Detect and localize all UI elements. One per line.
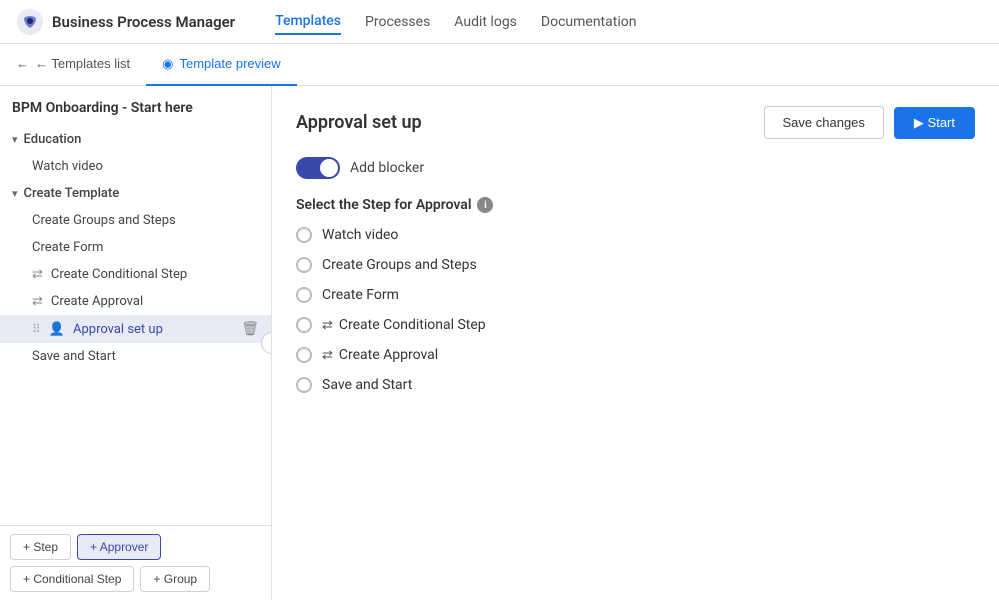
radio-label-save-and-start: Save and Start: [322, 377, 412, 393]
create-groups-steps-label: Create Groups and Steps: [32, 213, 176, 228]
add-approver-button[interactable]: + Approver: [77, 534, 161, 560]
radio-label-create-form: Create Form: [322, 287, 399, 303]
radio-circle-watch-video: [296, 227, 312, 243]
layout: BPM Onboarding - Start here ▾ Education …: [0, 86, 999, 600]
add-conditional-step-button[interactable]: + Conditional Step: [10, 566, 134, 592]
save-changes-button[interactable]: Save changes: [764, 106, 884, 139]
brand: Business Process Manager: [16, 8, 235, 36]
radio-circle-create-conditional-step: [296, 317, 312, 333]
tree-group-header-education[interactable]: ▾ Education: [0, 126, 271, 153]
main-content: Approval set up Save changes ▶ Start Add…: [272, 86, 999, 600]
radio-circle-create-groups-steps: [296, 257, 312, 273]
group-label-create-template: Create Template: [24, 186, 120, 201]
toggle-knob: [320, 159, 338, 177]
add-blocker-toggle[interactable]: [296, 157, 340, 179]
sidebar: BPM Onboarding - Start here ▾ Education …: [0, 86, 272, 600]
header-actions: Save changes ▶ Start: [764, 106, 975, 139]
chevron-down-icon-2: ▾: [12, 187, 18, 200]
create-conditional-step-label: Create Conditional Step: [51, 267, 187, 282]
start-button[interactable]: ▶ Start: [894, 107, 975, 139]
info-icon[interactable]: i: [477, 197, 493, 213]
nav-templates[interactable]: Templates: [275, 9, 341, 35]
tab-templates-list-label: ← Templates list: [35, 56, 130, 71]
drag-handle-icon: ⠿: [32, 322, 41, 336]
radio-item-create-form[interactable]: Create Form: [296, 287, 975, 303]
radio-item-create-groups-steps[interactable]: Create Groups and Steps: [296, 257, 975, 273]
sidebar-item-create-conditional-step[interactable]: ⇄ Create Conditional Step: [0, 261, 271, 288]
eye-icon: ◉: [162, 56, 173, 72]
radio-item-watch-video[interactable]: Watch video: [296, 227, 975, 243]
add-group-button[interactable]: + Group: [140, 566, 210, 592]
sidebar-item-create-approval[interactable]: ⇄ Create Approval: [0, 288, 271, 315]
nav-documentation[interactable]: Documentation: [541, 10, 637, 34]
sidebar-title: BPM Onboarding - Start here: [0, 86, 271, 126]
approval-set-up-label: Approval set up: [73, 322, 163, 337]
radio-text-create-approval: Create Approval: [339, 347, 438, 363]
sidebar-tree: ▾ Education Watch video ▾ Create Templat…: [0, 126, 271, 525]
nav-processes[interactable]: Processes: [365, 10, 430, 34]
radio-circle-create-approval: [296, 347, 312, 363]
add-blocker-label: Add blocker: [350, 160, 424, 176]
sidebar-item-watch-video[interactable]: Watch video: [0, 153, 271, 180]
tab-bar: ← ← Templates list ◉ Template preview: [0, 44, 999, 86]
group-label-education: Education: [24, 132, 82, 147]
sidebar-item-create-groups-steps[interactable]: Create Groups and Steps: [0, 207, 271, 234]
radio-item-save-and-start[interactable]: Save and Start: [296, 377, 975, 393]
radio-text-create-groups-steps: Create Groups and Steps: [322, 257, 477, 273]
radio-label-watch-video: Watch video: [322, 227, 398, 243]
main-header: Approval set up Save changes ▶ Start: [296, 106, 975, 139]
radio-text-create-form: Create Form: [322, 287, 399, 303]
tab-template-preview-label: Template preview: [179, 56, 280, 71]
sidebar-item-save-and-start[interactable]: Save and Start: [0, 343, 271, 370]
radio-item-create-conditional-step[interactable]: ⇄ Create Conditional Step: [296, 317, 975, 333]
tree-group-header-create-template[interactable]: ▾ Create Template: [0, 180, 271, 207]
conditional-icon-2: ⇄: [32, 294, 43, 309]
chevron-down-icon: ▾: [12, 133, 18, 146]
approval-icon: ⇄: [322, 348, 333, 363]
radio-label-create-groups-steps: Create Groups and Steps: [322, 257, 477, 273]
radio-text-watch-video: Watch video: [322, 227, 398, 243]
radio-circle-save-and-start: [296, 377, 312, 393]
section-label: Select the Step for Approval i: [296, 197, 975, 213]
radio-item-create-approval[interactable]: ⇄ Create Approval: [296, 347, 975, 363]
radio-text-create-conditional-step: Create Conditional Step: [339, 317, 486, 333]
brand-icon: [16, 8, 44, 36]
brand-name: Business Process Manager: [52, 13, 235, 31]
conditional-step-icon: ⇄: [322, 318, 333, 333]
radio-label-create-approval: ⇄ Create Approval: [322, 347, 438, 363]
create-form-label: Create Form: [32, 240, 103, 255]
conditional-icon-1: ⇄: [32, 267, 43, 282]
approver-icon: 👤: [49, 322, 65, 337]
tree-group-education: ▾ Education Watch video: [0, 126, 271, 180]
toggle-row: Add blocker: [296, 157, 975, 179]
tree-group-create-template: ▾ Create Template Create Groups and Step…: [0, 180, 271, 370]
tab-template-preview[interactable]: ◉ Template preview: [146, 44, 297, 86]
top-nav: Business Process Manager Templates Proce…: [0, 0, 999, 44]
page-title: Approval set up: [296, 112, 422, 133]
watch-video-label: Watch video: [32, 159, 103, 174]
nav-audit-logs[interactable]: Audit logs: [454, 10, 517, 34]
radio-label-create-conditional-step: ⇄ Create Conditional Step: [322, 317, 486, 333]
create-approval-label: Create Approval: [51, 294, 143, 309]
radio-text-save-and-start: Save and Start: [322, 377, 412, 393]
section-label-text: Select the Step for Approval: [296, 197, 471, 213]
sidebar-item-create-form[interactable]: Create Form: [0, 234, 271, 261]
save-and-start-label: Save and Start: [32, 349, 116, 364]
tab-templates-list[interactable]: ← ← Templates list: [0, 44, 146, 86]
back-arrow-icon: ←: [16, 56, 29, 71]
sidebar-item-approval-set-up[interactable]: ⠿ 👤 Approval set up 🗑: [0, 315, 271, 343]
add-step-button[interactable]: + Step: [10, 534, 71, 560]
radio-circle-create-form: [296, 287, 312, 303]
sidebar-actions: + Step + Approver + Conditional Step + G…: [0, 525, 271, 600]
delete-icon[interactable]: 🗑: [241, 321, 259, 337]
radio-list: Watch video Create Groups and Steps Crea…: [296, 227, 975, 393]
